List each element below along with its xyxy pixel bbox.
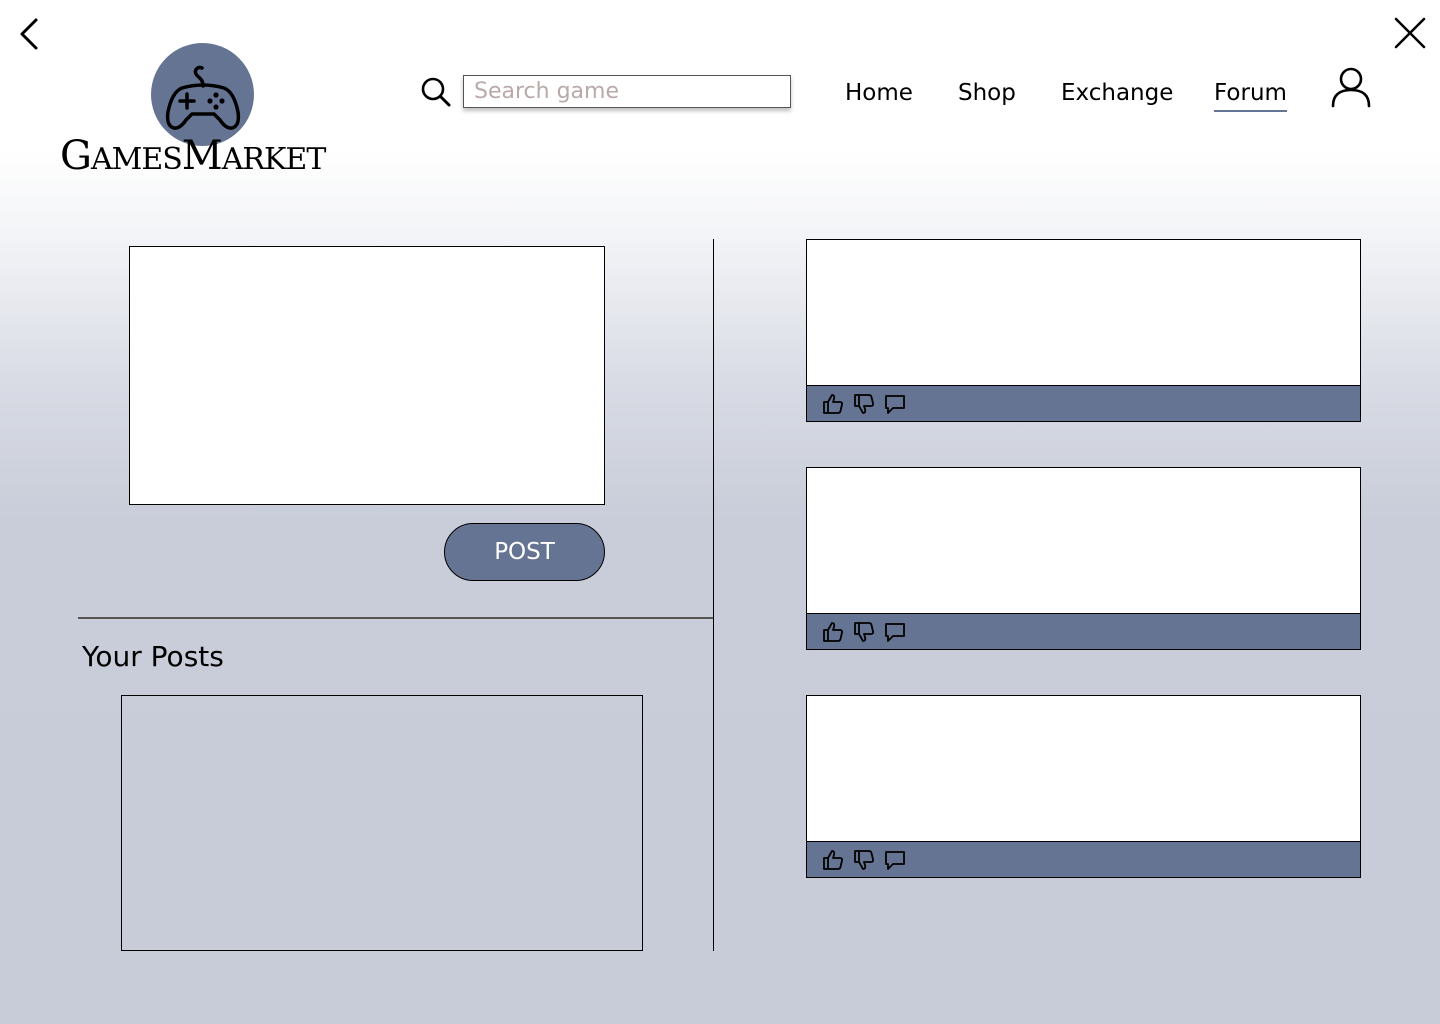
post-actions-bar [807, 385, 1360, 421]
active-nav-indicator [1214, 110, 1287, 112]
back-button[interactable] [14, 14, 50, 54]
thumbs-down-icon[interactable] [852, 848, 876, 872]
comment-icon[interactable] [883, 848, 907, 872]
comment-icon[interactable] [883, 620, 907, 644]
brand-name: GAMESMARKET [60, 133, 326, 179]
comment-icon[interactable] [883, 392, 907, 416]
feed-post [806, 467, 1361, 650]
section-divider [78, 617, 713, 619]
post-actions-bar [807, 613, 1360, 649]
thumbs-down-icon[interactable] [852, 620, 876, 644]
new-post-textarea[interactable] [129, 246, 605, 505]
your-posts-heading: Your Posts [82, 640, 224, 673]
thumbs-up-icon[interactable] [821, 392, 845, 416]
gamepad-icon [160, 52, 246, 138]
close-button[interactable] [1390, 14, 1430, 54]
search-icon[interactable] [420, 76, 452, 108]
post-content [807, 696, 1360, 841]
nav-shop[interactable]: Shop [958, 77, 1016, 109]
feed-post [806, 695, 1361, 878]
nav-exchange[interactable]: Exchange [1061, 77, 1173, 109]
user-profile-button[interactable] [1328, 66, 1374, 110]
user-icon [1331, 67, 1371, 108]
post-content [807, 468, 1360, 613]
nav-home[interactable]: Home [845, 77, 913, 109]
post-actions-bar [807, 841, 1360, 877]
feed-post [806, 239, 1361, 422]
chevron-left-icon [20, 18, 38, 50]
nav-forum[interactable]: Forum [1214, 77, 1287, 109]
thumbs-down-icon[interactable] [852, 392, 876, 416]
thumbs-up-icon[interactable] [821, 848, 845, 872]
post-content [807, 240, 1360, 385]
close-icon [1394, 17, 1426, 49]
post-button[interactable]: POST [444, 523, 605, 581]
column-divider [713, 239, 714, 951]
thumbs-up-icon[interactable] [821, 620, 845, 644]
your-posts-list [121, 695, 643, 951]
search-input[interactable] [463, 75, 791, 108]
